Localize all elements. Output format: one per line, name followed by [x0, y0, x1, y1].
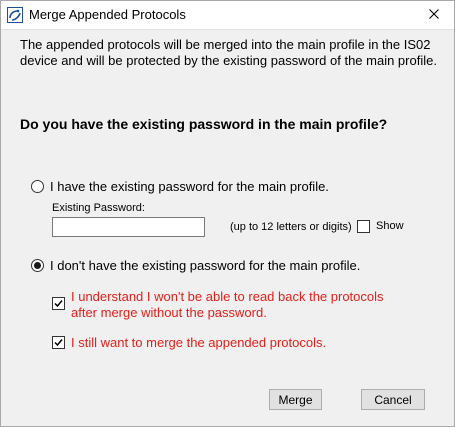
confirm-merge-label: I still want to merge the appended proto…	[71, 335, 327, 350]
existing-password-input[interactable]	[52, 217, 205, 237]
radio-have-password[interactable]: I have the existing password for the mai…	[31, 179, 329, 194]
checkmark-icon	[54, 300, 63, 308]
radio-have-password-circle[interactable]	[31, 180, 44, 193]
cancel-button[interactable]: Cancel	[361, 389, 425, 410]
close-button[interactable]	[414, 1, 454, 29]
show-password-checkbox[interactable]: Show	[357, 220, 404, 233]
confirm-readback-label: I understand I won't be able to read bac…	[71, 289, 384, 320]
show-password-box[interactable]	[357, 220, 370, 233]
close-icon	[429, 6, 439, 24]
radio-have-password-label: I have the existing password for the mai…	[50, 179, 329, 194]
question-heading: Do you have the existing password in the…	[20, 116, 388, 132]
confirm-readback-box[interactable]	[52, 297, 65, 310]
confirm-merge-checkbox[interactable]: I still want to merge the appended proto…	[52, 335, 402, 351]
existing-password-label: Existing Password:	[52, 202, 145, 214]
intro-text: The appended protocols will be merged in…	[20, 37, 437, 68]
radio-dont-have-password[interactable]: I don't have the existing password for t…	[31, 258, 360, 273]
title-bar[interactable]: Merge Appended Protocols	[1, 1, 454, 30]
radio-dont-have-password-circle[interactable]	[31, 259, 44, 272]
protocol-app-icon	[7, 7, 23, 23]
merge-button[interactable]: Merge	[269, 389, 322, 410]
dialog-content: The appended protocols will be merged in…	[1, 31, 454, 426]
window-title: Merge Appended Protocols	[29, 7, 186, 22]
show-password-label: Show	[376, 220, 404, 232]
radio-dont-have-password-label: I don't have the existing password for t…	[50, 258, 361, 273]
confirm-merge-box[interactable]	[52, 336, 65, 349]
confirm-readback-checkbox[interactable]: I understand I won't be able to read bac…	[52, 289, 402, 321]
checkmark-icon	[54, 339, 63, 347]
merge-dialog: Merge Appended Protocols The appended pr…	[0, 0, 455, 427]
password-hint: (up to 12 letters or digits)	[230, 221, 352, 233]
